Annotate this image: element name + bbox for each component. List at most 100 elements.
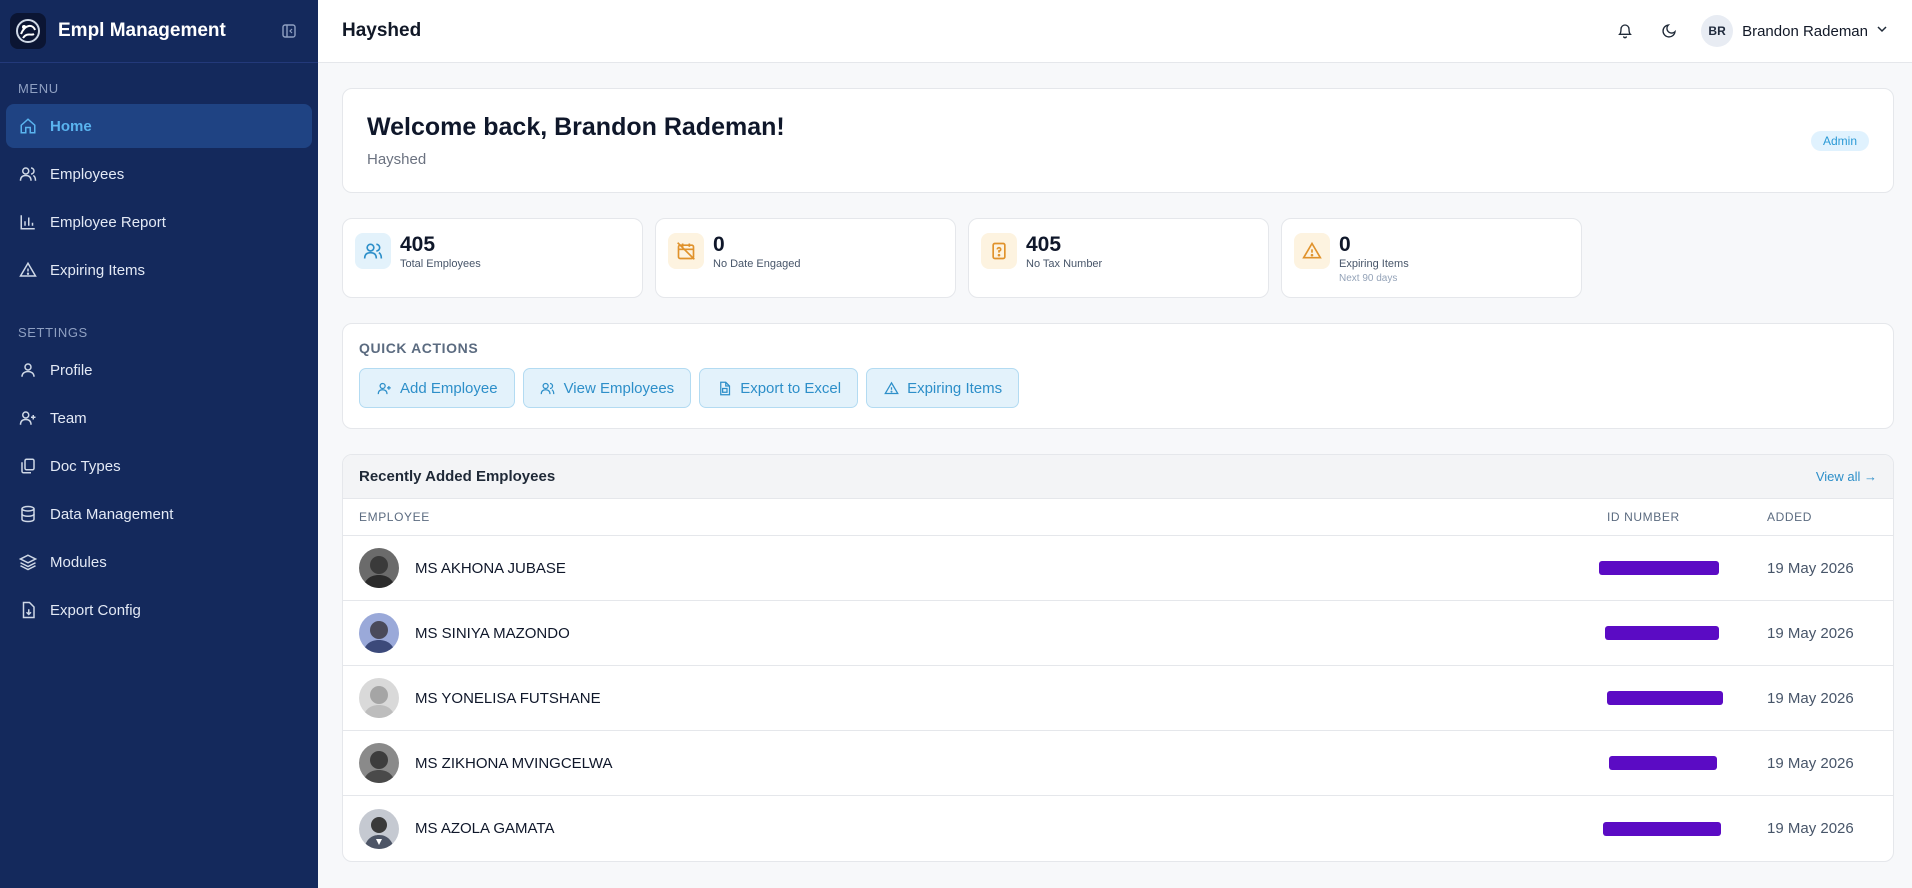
user-icon <box>18 360 38 380</box>
stat-label: Expiring Items <box>1339 258 1409 270</box>
warning-icon <box>883 380 899 396</box>
id-number-redacted <box>1599 558 1767 578</box>
brand: Empl Management <box>0 0 318 63</box>
stat-label: No Tax Number <box>1026 258 1103 270</box>
table-row[interactable]: MS ZIKHONA MVINGCELWA 19 May 2026 <box>343 731 1893 796</box>
button-label: View Employees <box>563 379 675 397</box>
added-date: 19 May 2026 <box>1767 624 1854 642</box>
user-name: Brandon Rademan <box>1742 22 1868 40</box>
file-download-icon <box>18 600 38 620</box>
sidebar-item-profile[interactable]: Profile <box>6 348 312 392</box>
redaction-mark <box>1603 821 1721 836</box>
layers-icon <box>18 552 38 572</box>
button-label: Export to Excel <box>740 379 842 397</box>
sidebar-item-modules[interactable]: Modules <box>6 540 312 584</box>
app-title: Empl Management <box>58 20 226 41</box>
expiring-items-button[interactable]: Expiring Items <box>866 368 1020 408</box>
database-icon <box>18 504 38 524</box>
table-row[interactable]: MS SINIYA MAZONDO 19 May 2026 <box>343 601 1893 666</box>
recent-employees-header: Recently Added Employees View all → <box>343 455 1893 499</box>
file-spreadsheet-icon <box>716 380 732 396</box>
employee-name: MS SINIYA MAZONDO <box>415 624 570 642</box>
sidebar-item-label: Team <box>50 409 87 427</box>
view-all-link[interactable]: View all → <box>1816 469 1877 484</box>
sidebar-item-home[interactable]: Home <box>6 104 312 148</box>
sidebar-item-doc-types[interactable]: Doc Types <box>6 444 312 488</box>
employee-name: MS AKHONA JUBASE <box>415 559 566 577</box>
stat-note: Next 90 days <box>1339 273 1398 284</box>
stat-no-date-engaged[interactable]: 0 No Date Engaged <box>655 218 956 298</box>
view-employees-button[interactable]: View Employees <box>522 368 692 408</box>
column-header-id-number[interactable]: ID NUMBER <box>1607 510 1767 524</box>
app-logo-icon[interactable] <box>10 13 46 49</box>
redaction-mark <box>1605 626 1719 640</box>
add-employee-button[interactable]: Add Employee <box>359 368 515 408</box>
welcome-org: Hayshed <box>367 151 427 168</box>
id-number-redacted <box>1607 753 1767 773</box>
table-row[interactable]: MS AZOLA GAMATA 19 May 2026 <box>343 796 1893 861</box>
welcome-heading: Welcome back, Brandon Rademan! <box>367 113 785 141</box>
id-number-redacted <box>1603 819 1767 839</box>
sidebar-item-label: Profile <box>50 361 93 379</box>
employee-name: MS ZIKHONA MVINGCELWA <box>415 754 613 772</box>
sidebar-collapse-icon[interactable] <box>280 22 298 40</box>
sidebar-item-label: Data Management <box>50 505 174 523</box>
sidebar-item-employees[interactable]: Employees <box>6 152 312 196</box>
table-row[interactable]: MS AKHONA JUBASE 19 May 2026 <box>343 536 1893 601</box>
moon-icon[interactable] <box>1657 19 1681 43</box>
page-title: Hayshed <box>342 20 422 41</box>
stat-label: No Date Engaged <box>713 258 801 270</box>
redaction-mark <box>1607 691 1723 705</box>
bar-chart-icon <box>18 212 38 232</box>
redaction-mark <box>1609 756 1717 770</box>
stat-total-employees[interactable]: 405 Total Employees <box>342 218 643 298</box>
warning-icon <box>18 260 38 280</box>
sidebar: Empl Management MENU Home Employees Empl… <box>0 0 318 888</box>
added-date: 19 May 2026 <box>1767 820 1854 837</box>
top-bar: Hayshed BR Brandon Rademan <box>318 0 1912 63</box>
main-content: Welcome back, Brandon Rademan! Hayshed A… <box>342 88 1894 862</box>
stat-value: 0 <box>1339 233 1351 256</box>
sidebar-item-label: Export Config <box>50 601 141 619</box>
warning-icon <box>1294 233 1330 269</box>
added-date: 19 May 2026 <box>1767 559 1854 577</box>
sidebar-item-export-config[interactable]: Export Config <box>6 588 312 632</box>
employee-photo <box>359 613 399 653</box>
stat-label: Total Employees <box>400 258 481 270</box>
bell-icon[interactable] <box>1613 19 1637 43</box>
user-plus-icon <box>18 408 38 428</box>
user-menu[interactable]: BR Brandon Rademan <box>1701 15 1888 47</box>
stat-value: 0 <box>713 233 725 256</box>
recent-employees-card: Recently Added Employees View all → EMPL… <box>342 454 1894 862</box>
quick-actions-card: QUICK ACTIONS Add Employee View Employee… <box>342 323 1894 429</box>
menu-section-label: MENU <box>18 81 59 96</box>
stat-value: 405 <box>400 233 436 256</box>
table-header: EMPLOYEE ID NUMBER ADDED <box>343 499 1893 536</box>
column-header-added[interactable]: ADDED <box>1767 510 1877 524</box>
employee-photo <box>359 678 399 718</box>
stat-expiring-items[interactable]: 0 Expiring Items Next 90 days <box>1281 218 1582 298</box>
stat-value: 405 <box>1026 233 1062 256</box>
stat-no-tax-number[interactable]: 405 No Tax Number <box>968 218 1269 298</box>
export-to-excel-button[interactable]: Export to Excel <box>699 368 859 408</box>
sidebar-item-data-management[interactable]: Data Management <box>6 492 312 536</box>
sidebar-item-label: Expiring Items <box>50 261 146 279</box>
settings-section-label: SETTINGS <box>18 325 88 340</box>
sidebar-item-employee-report[interactable]: Employee Report <box>6 200 312 244</box>
quick-actions-title: QUICK ACTIONS <box>359 340 479 356</box>
calendar-off-icon <box>668 233 704 269</box>
employee-name: MS YONELISA FUTSHANE <box>415 689 601 707</box>
employee-name: MS AZOLA GAMATA <box>415 820 555 837</box>
sidebar-item-team[interactable]: Team <box>6 396 312 440</box>
id-number-redacted <box>1605 623 1767 643</box>
sidebar-item-label: Employees <box>50 165 125 183</box>
users-icon <box>355 233 391 269</box>
sidebar-item-expiring-items[interactable]: Expiring Items <box>6 248 312 292</box>
added-date: 19 May 2026 <box>1767 689 1854 707</box>
table-row[interactable]: MS YONELISA FUTSHANE 19 May 2026 <box>343 666 1893 731</box>
users-icon <box>540 380 556 396</box>
files-icon <box>18 456 38 476</box>
column-header-employee[interactable]: EMPLOYEE <box>359 510 1607 524</box>
employee-photo <box>359 548 399 588</box>
sidebar-item-label: Home <box>50 117 92 135</box>
